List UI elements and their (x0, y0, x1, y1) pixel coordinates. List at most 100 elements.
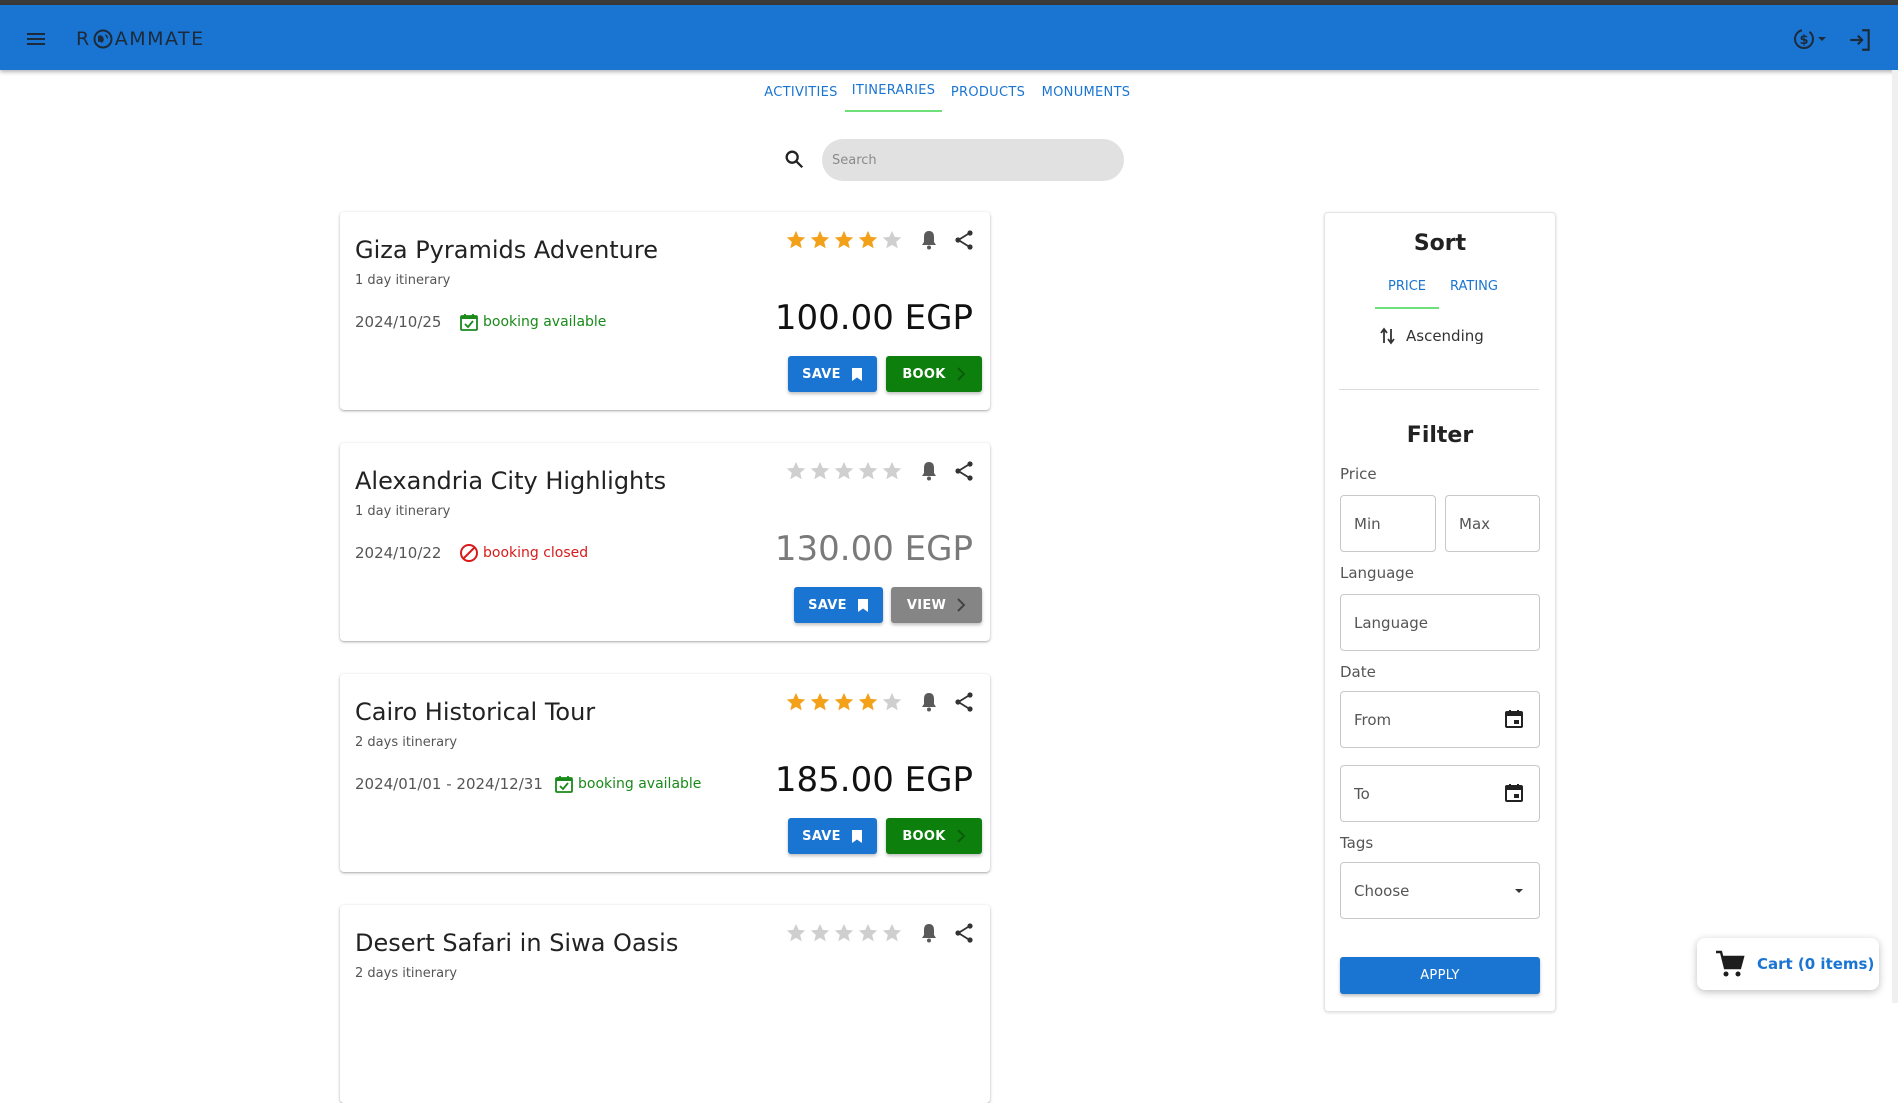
card-title: Alexandria City Highlights (355, 467, 667, 495)
language-field[interactable]: Language (1340, 594, 1540, 651)
star-empty-icon (882, 692, 902, 711)
star-rating (785, 922, 903, 944)
booking-status-label: booking closed (483, 545, 589, 561)
date-from-placeholder: From (1354, 710, 1392, 729)
chevron-right-icon (956, 367, 966, 381)
card-price: 185.00 EGP (774, 760, 973, 800)
swap-vert-icon (1380, 327, 1395, 345)
tags-select-value: Choose (1354, 881, 1410, 900)
bookmark-icon (851, 829, 862, 843)
star-empty-icon (882, 461, 902, 480)
date-from-field[interactable]: From (1340, 691, 1540, 748)
chevron-right-icon (956, 829, 966, 843)
book-button[interactable]: BOOK (886, 818, 982, 854)
calendar-check-icon (555, 776, 573, 793)
share-icon[interactable] (952, 228, 976, 252)
menu-icon[interactable] (24, 27, 48, 51)
star-rating (785, 691, 903, 713)
logo-text-left: R (76, 28, 91, 50)
chevron-right-icon (957, 598, 966, 612)
search-icon[interactable] (783, 148, 805, 170)
date-to-field[interactable]: To (1340, 765, 1540, 822)
book-button-label: BOOK (902, 828, 946, 844)
sort-order-label: Ascending (1406, 327, 1484, 345)
star-filled-icon (834, 230, 854, 249)
filter-heading: Filter (1406, 423, 1474, 448)
app-logo[interactable]: R AMMATE (76, 27, 205, 51)
card-title: Giza Pyramids Adventure (355, 236, 658, 264)
star-empty-icon (786, 923, 806, 942)
card-subtitle: 1 day itinerary (355, 504, 451, 519)
app-bar: R AMMATE $ (0, 5, 1898, 70)
search-input[interactable] (822, 139, 1124, 181)
star-filled-icon (858, 692, 878, 711)
sort-tab-rating[interactable]: RATING (1443, 277, 1505, 309)
svg-text:$: $ (1799, 33, 1808, 48)
card-date: 2024/10/22 (355, 544, 442, 562)
tags-select[interactable]: Choose (1340, 862, 1540, 919)
booking-status-label: booking available (578, 776, 702, 792)
bell-icon[interactable] (917, 690, 941, 714)
date-label: Date (1340, 663, 1376, 681)
bell-icon[interactable] (917, 459, 941, 483)
tags-label: Tags (1340, 834, 1374, 852)
currency-exchange-icon[interactable]: $ (1790, 25, 1830, 53)
star-filled-icon (786, 692, 806, 711)
save-button-label: SAVE (802, 828, 841, 844)
tab-itineraries[interactable]: ITINERARIES (845, 80, 942, 112)
bell-icon[interactable] (917, 921, 941, 945)
bookmark-icon (857, 598, 868, 612)
card-title: Cairo Historical Tour (355, 698, 596, 726)
min-price-placeholder: Min (1354, 514, 1381, 533)
language-placeholder: Language (1354, 613, 1429, 632)
itinerary-card[interactable]: Alexandria City Highlights 1 day itinera… (340, 443, 990, 641)
min-price-field[interactable]: Min (1340, 495, 1436, 552)
tab-monuments[interactable]: MONUMENTS (1036, 80, 1136, 112)
tab-activities[interactable]: ACTIVITIES (760, 80, 842, 112)
date-to-placeholder: To (1354, 784, 1370, 803)
share-icon[interactable] (952, 690, 976, 714)
view-button-label: VIEW (906, 597, 947, 613)
bell-icon[interactable] (917, 228, 941, 252)
card-subtitle: 1 day itinerary (355, 273, 451, 288)
calendar-check-icon (460, 314, 478, 331)
share-icon[interactable] (952, 459, 976, 483)
cart-button[interactable]: Cart (0 items) (1697, 938, 1879, 990)
sort-order-toggle[interactable]: Ascending (1380, 327, 1484, 345)
card-price: 130.00 EGP (774, 529, 973, 569)
share-icon[interactable] (952, 921, 976, 945)
book-button[interactable]: BOOK (886, 356, 982, 392)
block-icon (460, 544, 478, 562)
save-button-label: SAVE (802, 366, 841, 382)
apply-button[interactable]: APPLY (1340, 957, 1540, 994)
page-scrollbar[interactable] (1892, 70, 1898, 1003)
save-button[interactable]: SAVE (788, 356, 877, 392)
star-rating (785, 229, 903, 251)
calendar-icon[interactable] (1503, 708, 1525, 730)
star-empty-icon (786, 461, 806, 480)
card-date: 2024/10/25 (355, 313, 442, 331)
sort-tab-price[interactable]: PRICE (1375, 277, 1439, 309)
save-button[interactable]: SAVE (788, 818, 877, 854)
star-empty-icon (834, 461, 854, 480)
star-empty-icon (834, 923, 854, 942)
calendar-icon[interactable] (1503, 782, 1525, 804)
logo-text-right: AMMATE (114, 28, 205, 50)
sort-filter-panel: Sort PRICE RATING Ascending Filter Price… (1324, 212, 1556, 1012)
star-empty-icon (882, 923, 902, 942)
itinerary-card[interactable]: Desert Safari in Siwa Oasis 2 days itine… (340, 905, 990, 1103)
itinerary-card[interactable]: Giza Pyramids Adventure 1 day itinerary … (340, 212, 990, 410)
card-title: Desert Safari in Siwa Oasis (355, 929, 679, 957)
itinerary-card[interactable]: Cairo Historical Tour 2 days itinerary 2… (340, 674, 990, 872)
tab-products[interactable]: PRODUCTS (946, 80, 1030, 112)
view-button[interactable]: VIEW (891, 587, 982, 623)
max-price-field[interactable]: Max (1445, 495, 1540, 552)
booking-status: booking available (554, 774, 701, 794)
card-subtitle: 2 days itinerary (355, 735, 458, 750)
language-label: Language (1340, 564, 1415, 582)
login-icon[interactable] (1847, 27, 1873, 53)
card-subtitle: 2 days itinerary (355, 966, 458, 981)
divider (1339, 389, 1539, 390)
save-button[interactable]: SAVE (794, 587, 883, 623)
star-empty-icon (858, 923, 878, 942)
